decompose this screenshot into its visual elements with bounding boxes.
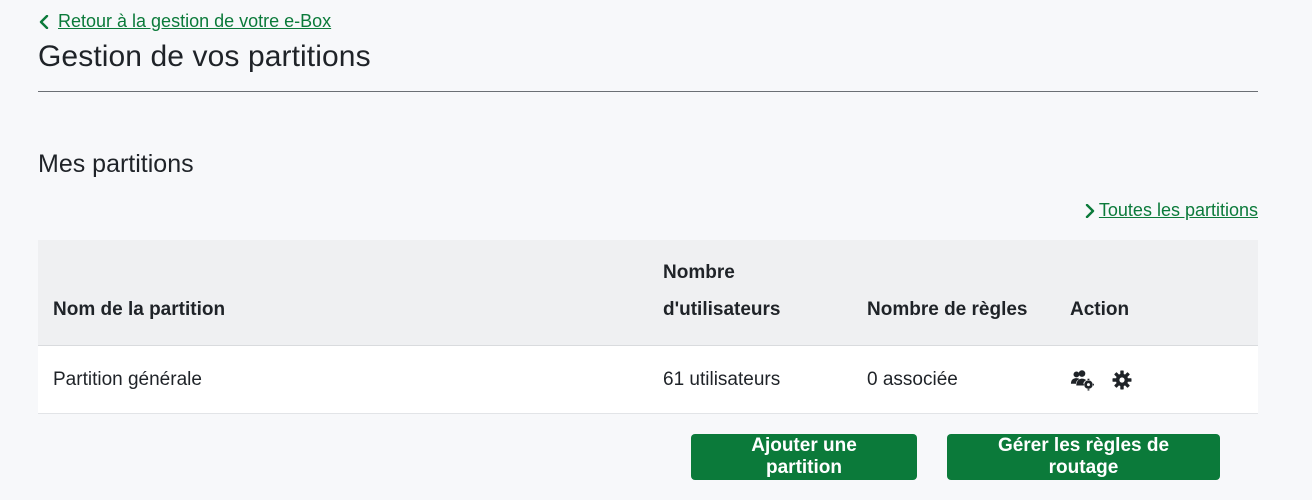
cell-user-count: 61 utilisateurs: [663, 369, 781, 390]
chevron-left-icon: [39, 14, 49, 29]
manage-routing-rules-button[interactable]: Gérer les règles de routage: [947, 434, 1220, 480]
cell-actions: [1070, 346, 1134, 413]
header-partition-name: Nom de la partition: [53, 299, 226, 320]
all-partitions-label: Toutes les partitions: [1098, 200, 1258, 220]
users-gear-icon[interactable]: [1070, 368, 1094, 392]
partitions-table: Nom de la partition Nombre d'utilisateur…: [38, 240, 1258, 414]
all-partitions-link[interactable]: Toutes les partitions: [1085, 200, 1258, 221]
cell-partition-name: Partition générale: [53, 369, 202, 390]
section-title: Mes partitions: [38, 150, 194, 178]
header-rule-count: Nombre de règles: [867, 299, 1028, 320]
partitions-page: Retour à la gestion de votre e-Box Gesti…: [0, 0, 1312, 500]
chevron-right-icon: [1085, 203, 1095, 218]
title-divider: [38, 91, 1258, 92]
header-action: Action: [1070, 299, 1130, 320]
table-header: Nom de la partition Nombre d'utilisateur…: [38, 240, 1258, 346]
header-user-count: Nombre d'utilisateurs: [663, 262, 781, 320]
gear-icon[interactable]: [1110, 368, 1134, 392]
back-link-label: Retour à la gestion de votre e-Box: [58, 11, 332, 31]
page-title: Gestion de vos partitions: [38, 40, 371, 73]
table-row: Partition générale 61 utilisateurs 0 ass…: [38, 346, 1258, 414]
cell-rule-count: 0 associée: [867, 369, 958, 390]
add-partition-button[interactable]: Ajouter une partition: [691, 434, 917, 480]
back-link[interactable]: Retour à la gestion de votre e-Box: [38, 11, 331, 32]
